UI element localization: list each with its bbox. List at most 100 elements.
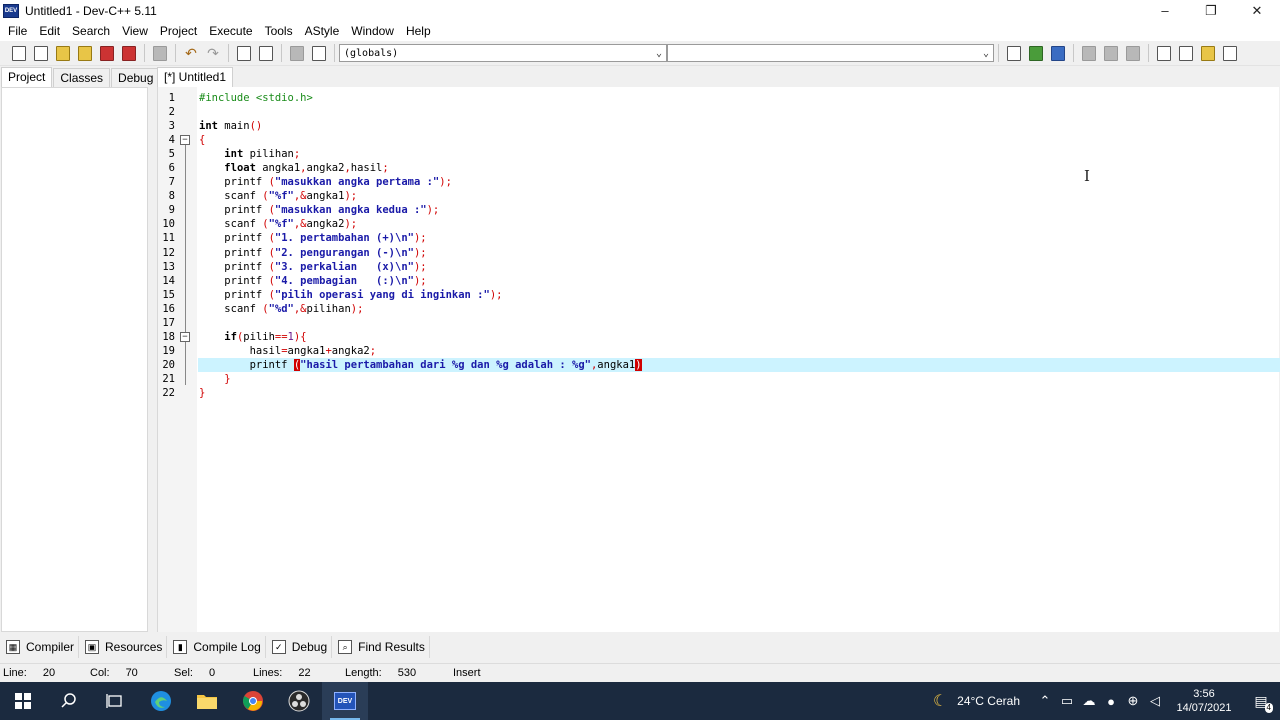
cloud-icon[interactable]: ☁ — [1078, 682, 1100, 720]
resources-icon: ▣ — [85, 640, 100, 654]
code-line: 22} — [162, 386, 1280, 400]
chrome-button[interactable] — [230, 682, 276, 720]
restore-button[interactable]: ❐ — [1188, 0, 1234, 21]
bottom-panel-tabs: ▦ Compiler ▣ Resources ▮ Compile Log ✓ Debug… — [0, 636, 1280, 658]
menu-help[interactable]: Help — [400, 24, 437, 38]
folder-icon — [197, 695, 217, 709]
menu-file[interactable]: File — [2, 24, 33, 38]
insert-icon — [1029, 45, 1043, 61]
start-button[interactable] — [0, 682, 46, 720]
print-button[interactable] — [149, 42, 171, 64]
save-button[interactable] — [52, 42, 74, 64]
tab-resources[interactable]: ▣ Resources — [79, 636, 168, 658]
minimize-button[interactable]: – — [1142, 0, 1188, 21]
tab-untitled1[interactable]: [*] Untitled1 — [157, 67, 234, 87]
menu-window[interactable]: Window — [345, 24, 400, 38]
code-text: angka1 — [255, 162, 301, 175]
edge-button[interactable] — [138, 682, 184, 720]
code-text: hasil — [350, 162, 383, 175]
tab-project[interactable]: Project — [1, 67, 53, 87]
menu-project[interactable]: Project — [154, 24, 203, 38]
fold-collapse-icon[interactable]: − — [180, 135, 190, 146]
tab-compile-log[interactable]: ▮ Compile Log — [167, 636, 266, 658]
code-text: ){ — [293, 330, 307, 343]
code-text: } — [199, 386, 206, 399]
code-line: 7 printf ("masukkan angka pertama :"); — [169, 175, 1280, 189]
code-line: 6 float angka1,angka2,hasil; — [169, 161, 1280, 175]
layout-1-button[interactable] — [1153, 42, 1175, 64]
tab-compiler[interactable]: ▦ Compiler — [0, 636, 80, 658]
globals-combo[interactable]: (globals) ⌄ — [339, 44, 667, 62]
notification-center-button[interactable]: ▤ 4 — [1242, 682, 1280, 720]
code-line: 1 #include <stdio.h> — [169, 91, 1280, 105]
battery-icon[interactable]: ▭ — [1056, 682, 1078, 720]
close-file-icon — [100, 45, 114, 61]
code-text: ,& — [293, 218, 307, 231]
menu-view[interactable]: View — [116, 24, 154, 38]
open-file-button[interactable] — [30, 42, 52, 64]
code-line: 8 scanf ("%f",&angka1); — [169, 189, 1280, 203]
bookmark-button[interactable] — [1047, 42, 1069, 64]
code-text: } — [224, 372, 231, 385]
devcpp-taskbar-button[interactable]: DEV — [322, 682, 368, 720]
menu-edit[interactable]: Edit — [33, 24, 66, 38]
insert-button[interactable] — [1025, 42, 1047, 64]
code-text: int — [224, 148, 244, 161]
code-area[interactable]: 1 #include <stdio.h> 2 3 int main() 4−{ 5 … — [162, 91, 1280, 400]
unindent-button[interactable] — [308, 42, 330, 64]
chevron-up-icon[interactable]: ⌃ — [1034, 682, 1056, 720]
line-number: 21 — [162, 372, 175, 385]
debug-stop-button[interactable] — [1122, 42, 1144, 64]
members-combo[interactable]: ⌄ — [667, 44, 994, 62]
tab-find-results[interactable]: ⌕ Find Results — [332, 636, 430, 658]
status-line: Line: 20 — [0, 667, 90, 679]
volume-icon[interactable]: ◁ — [1144, 682, 1166, 720]
find-button[interactable] — [233, 42, 255, 64]
debug-forward-button[interactable] — [1100, 42, 1122, 64]
redo-button[interactable]: ↷ — [202, 42, 224, 64]
new-file-button[interactable] — [8, 42, 30, 64]
layout-2-button[interactable] — [1175, 42, 1197, 64]
line-number: 8 — [168, 190, 175, 203]
weather-text[interactable]: 24°C Cerah — [957, 694, 1020, 708]
debug-back-button[interactable] — [1078, 42, 1100, 64]
tab-debug-output[interactable]: ✓ Debug — [266, 636, 333, 658]
network-globe-icon[interactable]: ⊕ — [1122, 682, 1144, 720]
code-text: angka2 — [331, 344, 370, 357]
layout-4-button[interactable] — [1219, 42, 1241, 64]
close-all-button[interactable] — [118, 42, 140, 64]
clock[interactable]: 3:56 14/07/2021 — [1166, 687, 1242, 715]
goto-button[interactable] — [1003, 42, 1025, 64]
menu-astyle[interactable]: AStyle — [299, 24, 346, 38]
code-text: ); — [350, 302, 364, 315]
layout-3-button[interactable] — [1197, 42, 1219, 64]
replace-icon — [259, 45, 273, 61]
menu-search[interactable]: Search — [66, 24, 116, 38]
task-view-button[interactable] — [92, 682, 138, 720]
close-button[interactable]: ✕ — [1234, 0, 1280, 21]
undo-button[interactable]: ↶ — [180, 42, 202, 64]
save-all-button[interactable] — [74, 42, 96, 64]
tab-debug[interactable]: Debug — [111, 68, 161, 87]
fold-collapse-icon[interactable]: − — [180, 331, 190, 342]
indent-icon — [290, 45, 304, 61]
status-label: Line: — [3, 667, 27, 679]
code-text: ); — [413, 260, 427, 273]
window-title: Untitled1 - Dev-C++ 5.11 — [25, 3, 157, 18]
menu-tools[interactable]: Tools — [259, 24, 299, 38]
file-explorer-button[interactable] — [184, 682, 230, 720]
toolbar-separator — [334, 44, 335, 62]
goto-icon — [1007, 45, 1021, 61]
search-button[interactable] — [46, 682, 92, 720]
close-file-button[interactable] — [96, 42, 118, 64]
code-editor[interactable]: 1 #include <stdio.h> 2 3 int main() 4−{ 5 … — [157, 87, 1280, 632]
chevron-down-icon: ⌄ — [982, 47, 989, 59]
microphone-icon[interactable]: ● — [1100, 682, 1122, 720]
weather-moon-icon[interactable]: ☾ — [929, 682, 951, 720]
indent-button[interactable] — [286, 42, 308, 64]
obs-button[interactable] — [276, 682, 322, 720]
replace-button[interactable] — [255, 42, 277, 64]
tab-classes[interactable]: Classes — [53, 68, 111, 87]
menu-execute[interactable]: Execute — [203, 24, 258, 38]
line-number: 11 — [162, 232, 175, 245]
